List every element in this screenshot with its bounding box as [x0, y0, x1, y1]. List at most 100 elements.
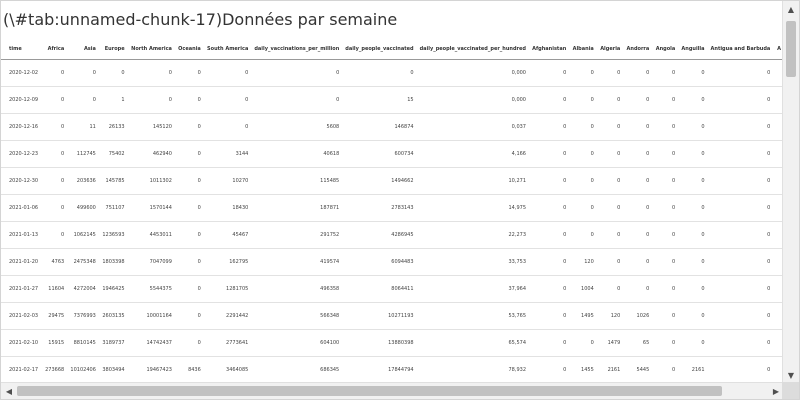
table-row: 2020-12-02 0 0 0 0 0 0 0 0 0,000 0 0 0 0 0 0 0 [1, 59, 784, 87]
table-cell: 10271193 [342, 302, 417, 330]
table-cell: 1946425 [98, 275, 128, 303]
table-cell: 0 [569, 86, 597, 114]
table-cell: 0 [529, 356, 570, 381]
table-cell: 5445 [623, 356, 653, 381]
table-cell: 1494662 [342, 167, 417, 195]
table-cell: 65,574 [416, 329, 529, 357]
table-row: 2021-01-27 11604 4272004 1946425 5544375 0 128… [1, 275, 784, 303]
column-header[interactable]: Europe [98, 39, 128, 60]
table-cell: 187871 [251, 194, 343, 222]
table-cell: 26133 [98, 113, 128, 141]
table-cell: 0 [98, 59, 128, 87]
table-cell: 0 [596, 194, 624, 222]
table-cell: 2021-01-06 [1, 194, 42, 222]
table-cell: 0 [596, 275, 624, 303]
table-cell: 0 [678, 140, 708, 168]
table-cell: 0 [203, 59, 252, 87]
table-row: 2021-02-17 273668 10102406 3803494 19467423 8… [1, 356, 784, 381]
table-cell: 78,932 [416, 356, 529, 381]
vertical-scrollbar[interactable]: ▲ ▼ [782, 1, 799, 383]
table-row: 2020-12-09 0 0 1 0 0 0 0 15 0,000 0 0 0 0 0 0 0 [1, 86, 784, 114]
table-cell: 33,753 [416, 248, 529, 276]
table-cell: 0 [678, 221, 708, 249]
column-header[interactable]: daily_people_vaccinated_per_hundred [416, 39, 529, 60]
column-header[interactable]: Antigua and Barbuda [707, 39, 774, 60]
table-cell: 0 [174, 86, 204, 114]
table-cell: 3144 [203, 140, 252, 168]
table-cell: 0 [678, 275, 708, 303]
table-cell: 2291442 [203, 302, 252, 330]
table-cell: 22,273 [416, 221, 529, 249]
table-cell: 2021-02-03 [1, 302, 42, 330]
column-header[interactable]: Asia [67, 39, 99, 60]
table-cell: 0 [529, 167, 570, 195]
horizontal-scroll-thumb[interactable] [17, 386, 722, 396]
table-cell: 0 [41, 167, 68, 195]
column-header[interactable]: Africa [41, 39, 68, 60]
table-cell: 0 [707, 194, 774, 222]
table-row: 2020-12-30 0 203636 145785 1011302 0 10270 1154… [1, 167, 784, 195]
table-cell: 0 [678, 194, 708, 222]
table-cell: 686345 [251, 356, 343, 381]
table-cell: 0 [41, 140, 68, 168]
column-header[interactable]: Algeria [596, 39, 624, 60]
vertical-scroll-thumb[interactable] [786, 21, 796, 77]
table-cell: 0 [678, 248, 708, 276]
table-cell: 0 [623, 194, 653, 222]
table-cell: 2021-02-17 [1, 356, 42, 381]
table-cell: 2021-01-13 [1, 221, 42, 249]
table-cell: 273668 [41, 356, 68, 381]
table-cell: 2475348 [67, 248, 99, 276]
table-cell: 0 [174, 275, 204, 303]
table-cell: 10001164 [127, 302, 175, 330]
table-cell: 11 [67, 113, 99, 141]
table-cell: 0 [707, 356, 774, 381]
table-cell: 0 [707, 59, 774, 87]
table-cell: 0 [652, 275, 679, 303]
table-cell: 2783143 [342, 194, 417, 222]
column-header[interactable]: South America [203, 39, 252, 60]
column-header[interactable]: Anguilla [678, 39, 708, 60]
table-cell: 40618 [251, 140, 343, 168]
table-cell: 0 [623, 113, 653, 141]
column-header[interactable]: North America [127, 39, 175, 60]
column-header[interactable]: Oceania [174, 39, 204, 60]
column-header[interactable]: Andorra [623, 39, 653, 60]
table-cell: 1026 [623, 302, 653, 330]
table-cell: 0 [596, 248, 624, 276]
table-cell: 2021-01-20 [1, 248, 42, 276]
table-cell: 8810145 [67, 329, 99, 357]
table-cell: 1 [98, 86, 128, 114]
table-cell: 0 [623, 59, 653, 87]
table-cell: 5608 [251, 113, 343, 141]
table-cell: 0 [652, 356, 679, 381]
table-cell: 0 [174, 221, 204, 249]
table-cell: 3803494 [98, 356, 128, 381]
scrollbar-corner [782, 382, 799, 399]
table-cell: 0 [174, 302, 204, 330]
column-header[interactable]: Angola [652, 39, 679, 60]
table-cell: 14742437 [127, 329, 175, 357]
table-cell: 112745 [67, 140, 99, 168]
column-header[interactable]: Albania [569, 39, 597, 60]
table-cell: 0 [707, 167, 774, 195]
column-header[interactable]: daily_people_vaccinated [342, 39, 417, 60]
table-cell: 0 [623, 248, 653, 276]
table-cell: 3189737 [98, 329, 128, 357]
table-cell: 0 [67, 86, 99, 114]
column-header[interactable]: daily_vaccinations_per_million [251, 39, 343, 60]
table-cell: 2021-02-10 [1, 329, 42, 357]
table-cell: 0 [569, 329, 597, 357]
scroll-left-arrow-icon[interactable]: ◀ [1, 383, 17, 399]
column-header[interactable]: time [1, 39, 42, 60]
scroll-down-arrow-icon[interactable]: ▼ [783, 367, 799, 383]
table-cell: 1455 [569, 356, 597, 381]
table-cell: 1570144 [127, 194, 175, 222]
column-header[interactable]: Afghanistan [529, 39, 570, 60]
table-cell: 0 [251, 59, 343, 87]
table-cell: 0 [67, 59, 99, 87]
table-cell: 0 [652, 167, 679, 195]
scroll-up-arrow-icon[interactable]: ▲ [783, 1, 799, 17]
table-cell: 0 [529, 194, 570, 222]
horizontal-scrollbar[interactable]: ◀ ▶ [1, 382, 784, 399]
